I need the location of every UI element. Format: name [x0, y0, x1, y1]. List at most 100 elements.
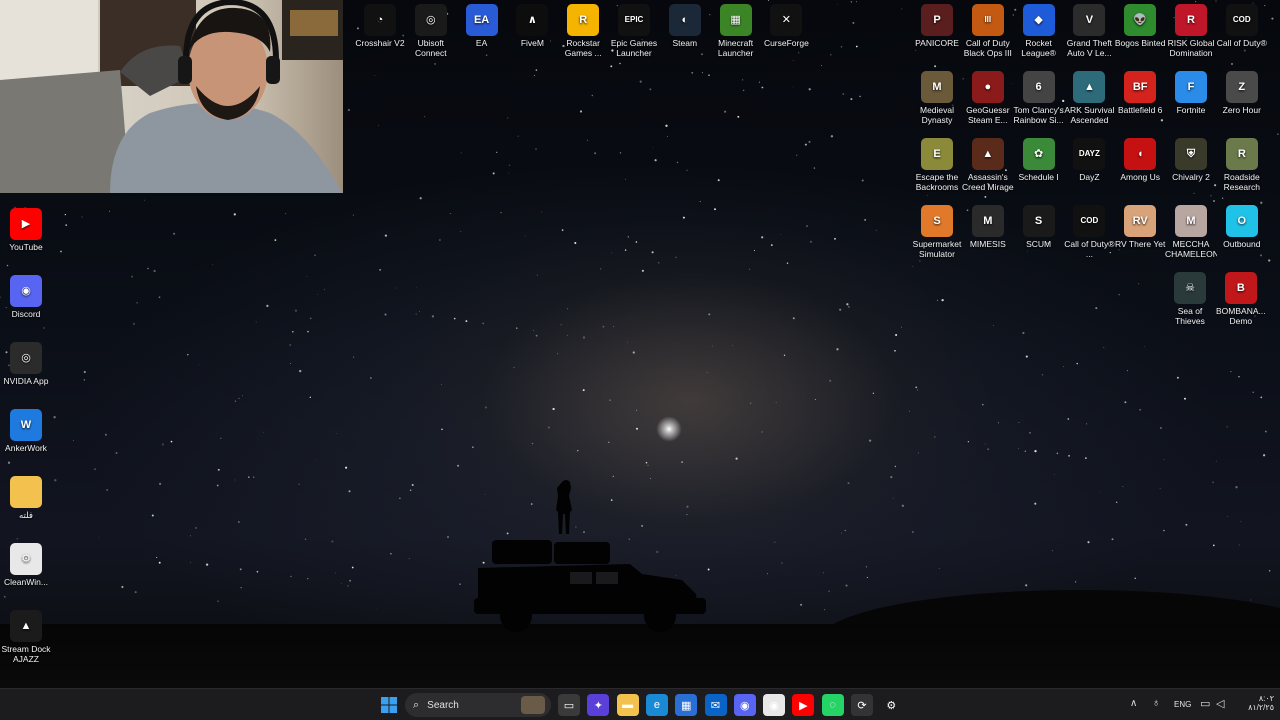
- language-indicator[interactable]: ENG: [1174, 700, 1191, 709]
- desktop-shortcut[interactable]: ☠ Sea of Thieves: [1164, 268, 1216, 326]
- star: [813, 167, 816, 169]
- desktop-shortcut[interactable]: ▶ YouTube: [0, 204, 52, 252]
- desktop-shortcut[interactable]: ◎ Ubisoft Connect: [405, 0, 457, 58]
- desktop-shortcut[interactable]: ▦ Minecraft Launcher: [710, 0, 762, 58]
- chrome-icon[interactable]: ◉: [763, 694, 786, 716]
- tray-chevron-icon[interactable]: ∧: [1130, 698, 1137, 709]
- desktop-shortcut[interactable]: S Supermarket Simulator: [911, 201, 963, 259]
- desktop-shortcut[interactable]: COD Call of Duty® ...: [1063, 201, 1115, 259]
- desktop-shortcut[interactable]: ◔ Crosshair V2: [354, 0, 406, 48]
- desktop-shortcut[interactable]: EPIC Epic Games Launcher: [608, 0, 660, 58]
- desktop-shortcut[interactable]: ⛨ Chivalry 2: [1165, 134, 1217, 182]
- star: [98, 537, 100, 538]
- desktop-shortcut[interactable]: ▲ Stream Dock AJAZZ: [0, 606, 52, 664]
- desktop-shortcut[interactable]: 6 Tom Clancy's Rainbow Si...: [1013, 67, 1065, 125]
- star: [594, 152, 597, 155]
- star: [737, 115, 740, 118]
- star: [263, 431, 265, 433]
- star: [345, 466, 348, 469]
- desktop-shortcut[interactable]: ∧ FiveM: [506, 0, 558, 48]
- star: [1235, 486, 1238, 489]
- star: [998, 422, 999, 424]
- taskbar-search[interactable]: ⌕ Search: [405, 693, 551, 717]
- star: [560, 324, 562, 326]
- desktop-shortcut[interactable]: B BOMBANA... Demo: [1215, 268, 1267, 326]
- desktop-shortcut[interactable]: فلته: [0, 472, 52, 520]
- star: [189, 561, 191, 563]
- desktop-shortcut[interactable]: Z Zero Hour: [1216, 67, 1268, 115]
- star: [711, 345, 713, 347]
- desktop-shortcut[interactable]: E Escape the Backrooms: [911, 134, 963, 192]
- star: [781, 562, 783, 564]
- star: [808, 88, 811, 91]
- desktop-shortcut[interactable]: M MIMESIS: [962, 201, 1014, 249]
- desktop-shortcut[interactable]: ✿ Schedule I: [1013, 134, 1065, 182]
- star: [895, 333, 898, 337]
- desktop-shortcut[interactable]: M MECCHA CHAMELEON: [1165, 201, 1217, 259]
- start-button[interactable]: [378, 694, 400, 716]
- file-explorer-icon[interactable]: ▬: [616, 694, 639, 716]
- star: [1118, 249, 1120, 251]
- shortcut-label: Call of Duty®: [1216, 38, 1267, 48]
- star: [472, 446, 474, 448]
- star: [865, 566, 867, 568]
- task-view-icon[interactable]: ▭: [558, 694, 580, 716]
- desktop-shortcut[interactable]: ◎ NVIDIA App: [0, 338, 52, 386]
- desktop-shortcut[interactable]: R RISK Global Domination: [1165, 0, 1217, 58]
- desktop-shortcut[interactable]: W AnkerWork: [0, 405, 52, 453]
- whatsapp-icon[interactable]: ◌: [821, 694, 844, 716]
- star: [1111, 538, 1114, 541]
- desktop-shortcut[interactable]: 👽 Bogos Binted: [1114, 0, 1166, 48]
- shortcut-label: CurseForge: [763, 38, 809, 48]
- volume-icon[interactable]: ◁: [1216, 697, 1224, 710]
- star: [1056, 452, 1059, 455]
- desktop-shortcut[interactable]: ◉ Discord: [0, 271, 52, 319]
- desktop-shortcut[interactable]: ▲ ARK Survival Ascended: [1063, 67, 1115, 125]
- star: [376, 608, 378, 610]
- desktop-shortcut[interactable]: RV RV There Yet: [1114, 201, 1166, 249]
- star: [591, 94, 594, 97]
- shortcut-label: ARK Survival Ascended: [1064, 105, 1115, 125]
- star: [1103, 346, 1105, 348]
- desktop-shortcut[interactable]: ✕ CurseForge: [760, 0, 812, 48]
- edge-icon[interactable]: e: [645, 694, 668, 716]
- outlook-icon[interactable]: ✉: [704, 694, 727, 716]
- microsoft-store-icon[interactable]: ▦: [675, 694, 698, 716]
- desktop-shortcut[interactable]: F Fortnite: [1165, 67, 1217, 115]
- desktop-shortcut[interactable]: ◖ Among Us: [1114, 134, 1166, 182]
- desktop-shortcut[interactable]: III Call of Duty Black Ops III: [962, 0, 1014, 58]
- network-icon[interactable]: ▭: [1200, 697, 1210, 710]
- desktop-shortcut[interactable]: R Rockstar Games ...: [557, 0, 609, 58]
- star: [115, 452, 118, 454]
- nvidia-icon: ◎: [10, 342, 42, 374]
- star: [161, 443, 164, 446]
- alien-icon: 👽: [1124, 4, 1157, 36]
- desktop-shortcut[interactable]: ◐ Steam: [659, 0, 711, 48]
- desktop-shortcut[interactable]: P PANICORE: [911, 0, 963, 48]
- desktop-shortcut[interactable]: COD Call of Duty®: [1216, 0, 1268, 48]
- clock[interactable]: ٨:٠٢ ٨١/٢/٢٥: [1238, 694, 1274, 712]
- desktop-shortcut[interactable]: EA EA: [456, 0, 508, 48]
- desktop-shortcut[interactable]: O Outbound: [1216, 201, 1268, 249]
- desktop-shortcut[interactable]: V Grand Theft Auto V Le...: [1063, 0, 1115, 58]
- star: [195, 527, 197, 529]
- desktop-shortcut[interactable]: DAYZ DayZ: [1063, 134, 1115, 182]
- desktop-shortcut[interactable]: S SCUM: [1013, 201, 1065, 249]
- copilot-icon[interactable]: ✦: [587, 694, 610, 716]
- microphone-icon[interactable]: ♁: [1152, 697, 1160, 709]
- star: [749, 402, 752, 404]
- desktop-shortcut[interactable]: M Medieval Dynasty: [911, 67, 963, 125]
- steelseries-icon[interactable]: ⟳: [851, 694, 873, 716]
- desktop-shortcut[interactable]: R Roadside Research: [1216, 134, 1268, 192]
- settings-icon[interactable]: ⚙: [880, 694, 903, 716]
- desktop-shortcut[interactable]: ◆ Rocket League®: [1013, 0, 1065, 58]
- desktop-shortcut[interactable]: ▲ Assassin's Creed Mirage: [962, 134, 1014, 192]
- youtube-taskbar-icon[interactable]: ▶: [792, 694, 815, 716]
- clock-time: ٨:٠٢: [1258, 694, 1274, 703]
- desktop-shortcut[interactable]: BF Battlefield 6: [1114, 67, 1166, 115]
- star: [508, 172, 510, 174]
- star: [1095, 307, 1098, 310]
- discord-taskbar-icon[interactable]: ◉: [733, 694, 756, 716]
- desktop-shortcut[interactable]: ⚙ CleanWin...: [0, 539, 52, 587]
- desktop-shortcut[interactable]: ● GeoGuessr Steam E...: [962, 67, 1014, 125]
